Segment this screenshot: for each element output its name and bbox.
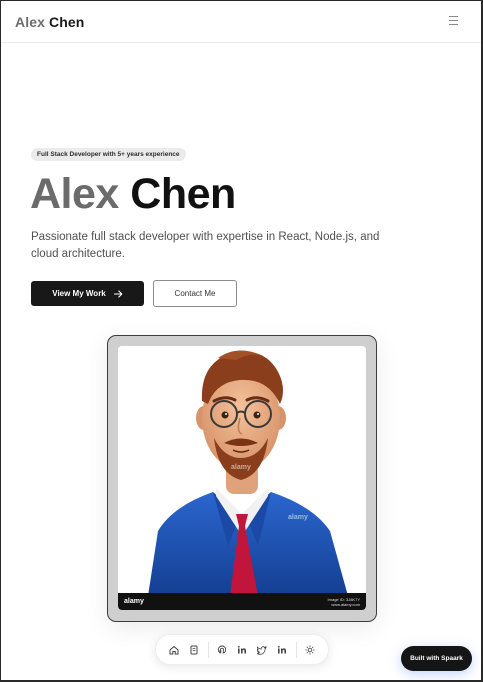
- hero-first-name: Alex: [30, 170, 119, 218]
- contact-me-label: Contact Me: [174, 289, 216, 298]
- stock-site: www.alamy.com: [331, 601, 360, 607]
- top-navbar: Alex Chen: [1, 1, 481, 43]
- sun-icon[interactable]: [303, 643, 317, 657]
- document-icon[interactable]: [187, 643, 201, 657]
- dock-divider: [295, 641, 297, 658]
- brand-first-name: Alex: [15, 13, 45, 30]
- stock-watermark: alamy: [288, 514, 308, 521]
- linkedin-icon[interactable]: [275, 643, 289, 657]
- social-dock: [155, 634, 329, 665]
- experience-badge: Full Stack Developer with 5+ years exper…: [31, 148, 186, 161]
- twitter-icon[interactable]: [255, 643, 269, 657]
- view-my-work-label: View My Work: [52, 289, 106, 298]
- home-icon[interactable]: [167, 643, 181, 657]
- stock-logo: alamy: [124, 598, 144, 605]
- profile-portrait: alamy alamy alamy Image ID: 3J8K7Y www.a…: [118, 346, 366, 610]
- arrow-right-icon: [113, 289, 123, 298]
- hero-last-name: Chen: [130, 170, 236, 218]
- built-with-spaark-badge[interactable]: Built with Spaark: [401, 646, 472, 671]
- stock-photo-banner: alamy Image ID: 3J8K7Y www.alamy.com: [118, 593, 366, 610]
- linkedin-icon[interactable]: [235, 643, 249, 657]
- site-logo[interactable]: Alex Chen: [15, 14, 84, 30]
- hamburger-menu-icon[interactable]: [449, 16, 461, 28]
- view-my-work-button[interactable]: View My Work: [31, 281, 144, 306]
- hero-tagline: Passionate full stack developer with exp…: [31, 231, 380, 260]
- github-icon[interactable]: [215, 643, 229, 657]
- portrait-frame: alamy alamy alamy Image ID: 3J8K7Y www.a…: [107, 335, 377, 622]
- page-frame: Alex Chen Full Stack Developer with 5+ y…: [0, 0, 483, 682]
- stock-watermark: alamy: [231, 464, 251, 471]
- stock-image-info: Image ID: 3J8K7Y www.alamy.com: [328, 597, 360, 607]
- brand-last-name: Chen: [48, 13, 85, 30]
- dock-divider: [207, 641, 209, 658]
- hero-title: Alex Chen: [30, 171, 236, 217]
- contact-me-button[interactable]: Contact Me: [153, 280, 237, 307]
- avatar-illustration: [118, 346, 366, 610]
